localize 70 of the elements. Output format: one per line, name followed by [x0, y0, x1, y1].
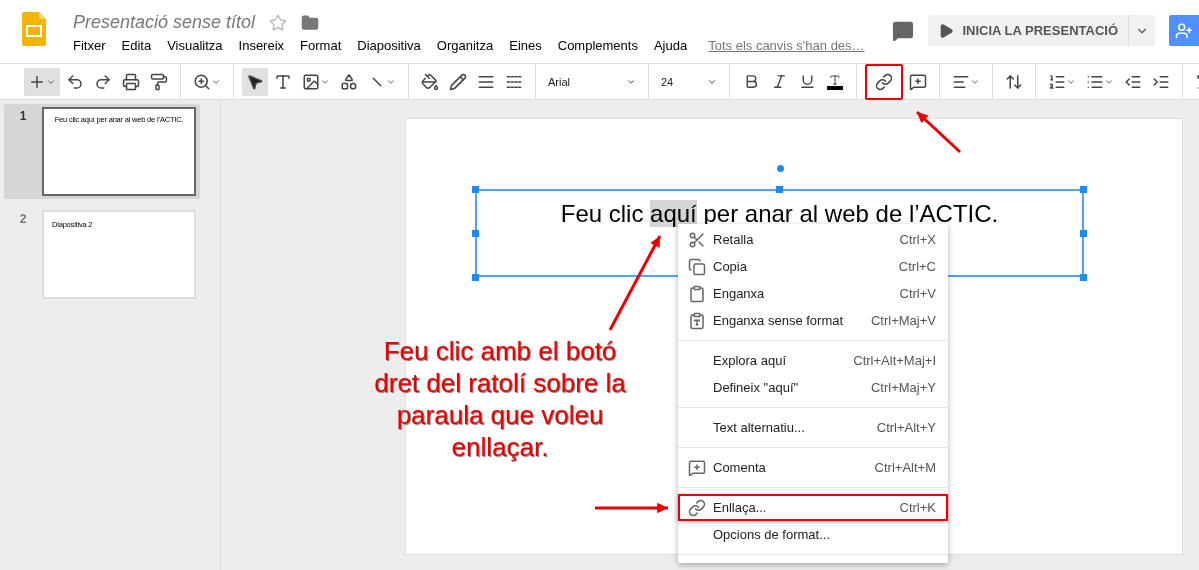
context-menu-item[interactable]: Text alternatiu... Ctrl+Alt+Y: [678, 414, 948, 441]
paint-roller-icon: [150, 72, 168, 91]
new-slide-button[interactable]: [24, 67, 60, 96]
menu-item[interactable]: Insereix: [230, 38, 293, 53]
menu-item[interactable]: Organitza: [428, 38, 502, 53]
context-menu-item[interactable]: Opcions de format...: [678, 521, 948, 548]
slide-text: Feu clic aquí per anar al web de l’ACTIC.: [560, 201, 999, 227]
text-color-icon: [827, 73, 843, 90]
clipboard-icon: [688, 284, 706, 303]
menu-item[interactable]: Format: [292, 38, 350, 53]
copy-icon: [688, 257, 706, 276]
document-title[interactable]: Presentació sense títol: [73, 12, 256, 33]
select-button[interactable]: [242, 67, 268, 96]
menu-item[interactable]: Complements: [549, 38, 646, 53]
person-icon: [1175, 21, 1193, 40]
context-menu-item[interactable]: Defineix "aquí" Ctrl+Maj+Y: [678, 374, 948, 401]
menu-item[interactable]: Ajuda: [645, 38, 696, 53]
arrow: [915, 110, 962, 154]
context-menu-item[interactable]: Comenta Ctrl+Alt+M: [678, 454, 948, 481]
resize-handle[interactable]: [472, 230, 479, 237]
context-menu-item[interactable]: Enganxa sense format Ctrl+Maj+V: [678, 307, 948, 334]
link-icon: [688, 498, 706, 517]
zoom-icon: [193, 72, 211, 91]
menu-item[interactable]: Edita: [113, 38, 160, 53]
scissors-icon: [688, 230, 706, 249]
pointer-icon: [246, 72, 264, 91]
redo-icon: [94, 72, 112, 91]
folder-icon[interactable]: [301, 13, 320, 32]
context-menu-item[interactable]: Explora aquí Ctrl+Alt+Maj+I: [678, 347, 948, 374]
resize-handle[interactable]: [1080, 230, 1087, 237]
clipboard-icon: [688, 311, 706, 330]
resize-handle[interactable]: [472, 274, 479, 281]
context-menu-item[interactable]: Copia Ctrl+C: [678, 253, 948, 280]
add-comment-icon: [688, 458, 706, 477]
link-icon: [875, 72, 893, 91]
slide-number: 1: [18, 108, 28, 125]
annotation-text: Feu clic amb el botó dret del ratolí sobre la paraula que voleu enllaçar.: [373, 335, 627, 463]
resize-handle[interactable]: [1080, 274, 1087, 281]
insert-link-button[interactable]: [865, 63, 903, 100]
shapes-icon: [340, 72, 358, 91]
underline-icon: [798, 73, 816, 90]
context-menu-item[interactable]: Enganxa Ctrl+V: [678, 280, 948, 307]
font-dropdown[interactable]: Arial: [544, 67, 640, 96]
context-menu-item[interactable]: Retalla Ctrl+X: [678, 226, 948, 253]
undo-icon: [66, 72, 84, 91]
play-icon: [938, 22, 955, 39]
printer-icon: [122, 72, 140, 91]
save-status-link[interactable]: Tots els canvis s'han des…: [708, 38, 865, 53]
paint-bucket-icon: [421, 72, 439, 91]
resize-handle[interactable]: [472, 186, 479, 193]
pencil-icon: [449, 72, 467, 91]
menu-item[interactable]: Eines: [501, 38, 550, 53]
share-button[interactable]: [1169, 15, 1199, 46]
add-comment-icon: [909, 72, 927, 91]
resize-handle[interactable]: [776, 186, 783, 193]
slide-number: 2: [18, 211, 28, 228]
font-size-dropdown[interactable]: 24: [657, 67, 721, 96]
context-menu-item[interactable]: Enllaça... Ctrl+K: [678, 494, 948, 521]
menu-item[interactable]: Fitxer: [73, 38, 114, 53]
rotate-handle[interactable]: [777, 165, 784, 172]
comments-icon[interactable]: [892, 19, 915, 42]
resize-handle[interactable]: [1080, 186, 1087, 193]
line-spacing-icon: [1005, 72, 1023, 91]
numbered-list-icon: [1048, 72, 1066, 91]
text-icon: [274, 72, 292, 91]
menu-item[interactable]: Visualitza: [159, 38, 231, 53]
star-icon[interactable]: [269, 13, 288, 32]
image-icon: [302, 72, 320, 91]
slides-logo: [22, 12, 46, 46]
menu-item[interactable]: Diapositiva: [349, 38, 429, 53]
